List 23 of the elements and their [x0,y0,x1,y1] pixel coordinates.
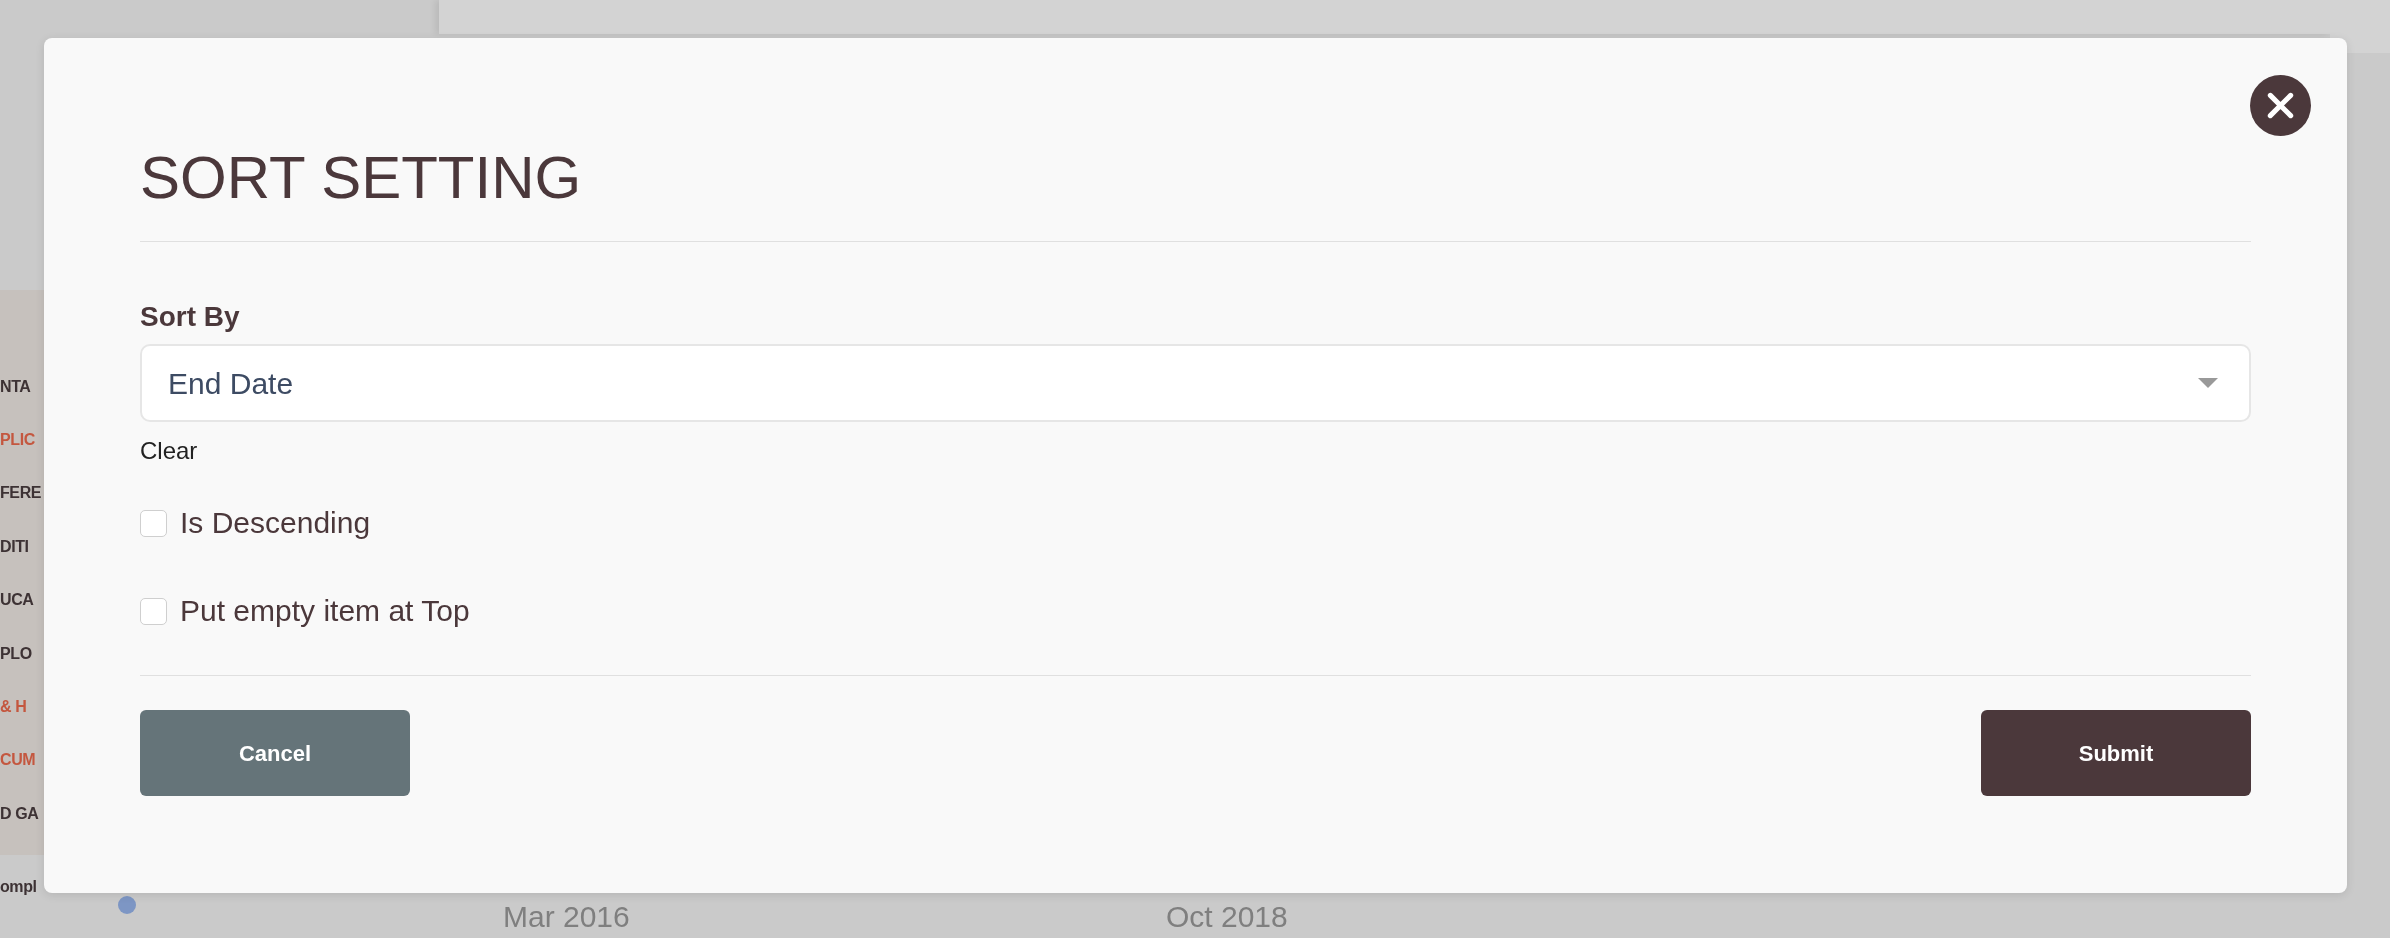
checkbox[interactable] [140,597,167,625]
footer-text: ompl [0,878,37,895]
clear-link[interactable]: Clear [140,439,198,463]
field-label: Sort By [140,303,240,331]
date-text: Mar 2016 [503,900,630,933]
close-button[interactable] [2250,75,2311,136]
checkbox-label: Put empty item at Top [180,596,470,626]
sidebar-item[interactable]: D GA [0,805,39,822]
cancel-button[interactable]: Cancel [140,710,410,796]
sort-by-select[interactable]: End Date [140,344,2251,422]
dialog-title: SORT SETTING [140,148,582,208]
submit-button[interactable]: Submit [1981,710,2251,796]
checkbox[interactable] [140,509,167,537]
checkbox-label: Is Descending [180,508,371,538]
caret-icon [2198,378,2218,388]
sidebar-item[interactable]: FERE [0,485,42,502]
sidebar-item[interactable]: NTA [0,378,31,395]
circle-icon [118,896,136,914]
sidebar-item[interactable]: UCA [0,592,34,609]
date-text: Oct 2018 [1166,900,1288,933]
sidebar-item[interactable]: PLO [0,645,32,662]
sidebar-item[interactable]: DITI [0,538,29,555]
close-icon [2250,75,2311,136]
